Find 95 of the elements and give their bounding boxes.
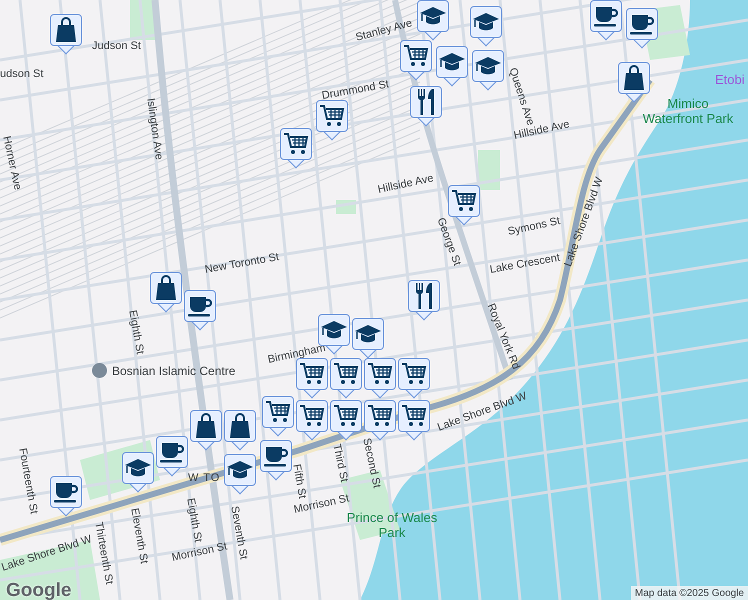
coffee-cup-icon [53, 480, 79, 504]
graduation-cap-icon [226, 459, 254, 481]
map-marker[interactable] [330, 400, 362, 439]
map-marker[interactable] [156, 436, 188, 475]
map-marker[interactable] [184, 290, 216, 329]
map-marker[interactable] [436, 46, 468, 85]
map-marker[interactable] [408, 280, 440, 319]
map-attribution: Map data ©2025 Google [630, 586, 748, 600]
graduation-cap-icon [474, 55, 502, 77]
graduation-cap-icon [472, 11, 500, 33]
map-marker[interactable] [122, 452, 154, 491]
map-marker[interactable] [400, 40, 432, 79]
coffee-cup-icon [263, 444, 289, 468]
street-label: Lake Shore Blvd W [435, 389, 530, 436]
shopping-cart-icon [333, 404, 359, 428]
map-marker[interactable] [280, 128, 312, 167]
street-label: Horner Ave [0, 134, 25, 192]
map-marker[interactable] [224, 454, 256, 493]
coffee-cup-icon [593, 4, 619, 28]
map-marker[interactable] [618, 62, 650, 101]
map-marker[interactable] [150, 272, 182, 311]
map-marker[interactable] [417, 0, 449, 39]
street-label: Eighth St [125, 308, 147, 356]
park-label: Prince of Wales Park [346, 510, 438, 540]
map-marker[interactable] [472, 50, 504, 89]
map-marker[interactable] [364, 358, 396, 397]
shopping-cart-icon [333, 362, 359, 386]
map-marker[interactable] [50, 476, 82, 515]
street-label: Royal York Rd [484, 301, 523, 372]
street-label: Islington Ave [143, 97, 166, 161]
graduation-cap-icon [354, 323, 382, 345]
shopping-cart-icon [319, 104, 345, 128]
street-label: Queens Ave [506, 66, 536, 127]
shopping-cart-icon [299, 362, 325, 386]
map-marker[interactable] [330, 358, 362, 397]
fork-knife-icon [415, 88, 437, 116]
coffee-cup-icon [187, 294, 213, 318]
street-label: Eleventh St [127, 506, 151, 566]
graduation-cap-icon [320, 319, 348, 341]
street-label: Birmingham [266, 340, 328, 368]
map-marker[interactable] [398, 358, 430, 397]
shopping-bag-icon [623, 65, 645, 91]
shopping-cart-icon [401, 362, 427, 386]
shopping-cart-icon [451, 189, 477, 213]
map-marker[interactable] [224, 410, 256, 449]
map-marker[interactable] [352, 318, 384, 357]
shopping-cart-icon [401, 404, 427, 428]
map-marker[interactable] [262, 396, 294, 435]
street-label: Eighth St [183, 496, 205, 544]
street-label: udson St [0, 67, 44, 82]
street-label: New Toronto St [204, 250, 280, 278]
place-pin-icon [92, 363, 107, 378]
street-label: Hillside Ave [376, 171, 436, 198]
graduation-cap-icon [124, 457, 152, 479]
street-label: George St [434, 215, 464, 268]
shopping-cart-icon [367, 404, 393, 428]
street-label: Symons St [506, 214, 562, 240]
street-label: Fifth St [289, 462, 308, 500]
map-marker[interactable] [364, 400, 396, 439]
map-marker[interactable] [50, 14, 82, 53]
map-marker[interactable] [398, 400, 430, 439]
coffee-cup-icon [159, 440, 185, 464]
shopping-bag-icon [195, 413, 217, 439]
map-marker[interactable] [190, 410, 222, 449]
map-marker[interactable] [260, 440, 292, 479]
street-label: Stanley Ave [354, 16, 414, 46]
map-marker[interactable] [590, 0, 622, 39]
coffee-cup-icon [629, 12, 655, 36]
map-marker[interactable] [470, 6, 502, 45]
street-label: Seventh St [228, 504, 250, 561]
shopping-cart-icon [283, 132, 309, 156]
street-label: Lake Crescent [488, 250, 562, 278]
map-marker[interactable] [626, 8, 658, 47]
shopping-bag-icon [229, 413, 251, 439]
street-label: Judson St [92, 39, 141, 54]
street-label: Lake Shore Blvd W [561, 174, 607, 270]
map-marker[interactable] [316, 100, 348, 139]
street-label: Second St [359, 436, 384, 490]
shopping-cart-icon [265, 400, 291, 424]
shopping-bag-icon [55, 17, 77, 43]
place-label: Bosnian Islamic Centre [92, 362, 236, 380]
shopping-cart-icon [403, 44, 429, 68]
street-label: Drummond St [320, 77, 390, 104]
map-logo: Google [6, 579, 72, 600]
map-marker[interactable] [410, 86, 442, 125]
shopping-cart-icon [299, 404, 325, 428]
fork-knife-icon [413, 282, 435, 310]
map-marker[interactable] [296, 400, 328, 439]
shopping-cart-icon [367, 362, 393, 386]
street-label: Third St [329, 442, 352, 484]
street-label: Etobi [715, 71, 745, 89]
graduation-cap-icon [438, 51, 466, 73]
street-label: Fourteenth St [15, 446, 41, 516]
graduation-cap-icon [419, 5, 447, 27]
shopping-bag-icon [155, 275, 177, 301]
